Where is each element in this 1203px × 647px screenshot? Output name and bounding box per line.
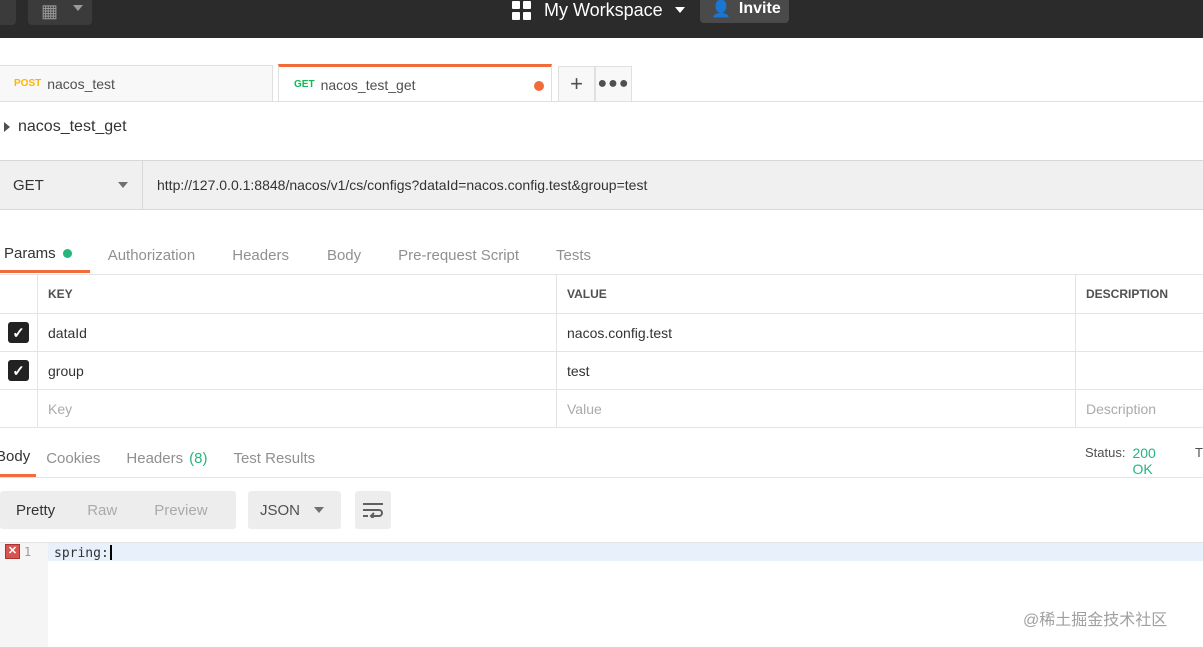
language-select[interactable]: JSON <box>248 491 341 529</box>
new-button[interactable]: ▦ <box>28 0 92 25</box>
tab-params[interactable]: Params <box>0 237 90 273</box>
url-bar: GET http://127.0.0.1:8848/nacos/v1/cs/co… <box>0 160 1203 210</box>
watermark: @稀土掘金技术社区 <box>1023 612 1168 629</box>
response-tab-test-results[interactable]: Test Results <box>233 439 315 477</box>
param-value-input[interactable]: test <box>556 352 1075 389</box>
tab-pre-request-script[interactable]: Pre-request Script <box>398 237 519 273</box>
invite-button[interactable]: 👤 Invite <box>700 0 789 23</box>
back-button[interactable] <box>0 0 16 25</box>
line-number: 1 <box>24 545 32 559</box>
method-label: GET <box>13 176 44 194</box>
tab-nacos-test[interactable]: POST nacos_test <box>0 65 273 102</box>
chevron-down-icon <box>314 507 324 513</box>
check-icon: ✓ <box>12 324 25 342</box>
response-tab-headers[interactable]: Headers (8) <box>126 439 207 477</box>
params-table: KEY VALUE DESCRIPTION ✓ dataId nacos.con… <box>0 274 1203 428</box>
response-divider <box>0 477 1203 478</box>
response-tabs: Body Cookies Headers (8) Test Results <box>0 439 341 477</box>
active-line-highlight <box>48 543 1203 561</box>
grid-icon <box>512 0 531 20</box>
tab-params-label: Params <box>4 245 56 262</box>
format-preview-button[interactable]: Preview <box>154 502 207 519</box>
row-check-cell <box>0 390 37 427</box>
format-raw-button[interactable]: Raw <box>87 502 117 519</box>
status-label: Status: <box>1085 445 1126 460</box>
response-tab-body[interactable]: Body <box>0 439 37 477</box>
param-value-input[interactable]: nacos.config.test <box>556 314 1075 351</box>
language-label: JSON <box>260 501 301 519</box>
request-name-label: nacos_test_get <box>18 118 127 135</box>
column-header-value: VALUE <box>556 275 1075 313</box>
request-name[interactable]: nacos_test_get <box>4 118 127 136</box>
url-input[interactable]: http://127.0.0.1:8848/nacos/v1/cs/config… <box>157 177 647 193</box>
tab-method-badge: POST <box>14 78 42 89</box>
new-description-input[interactable]: Description <box>1075 390 1203 427</box>
response-body-editor[interactable]: ✕ 1 spring: <box>0 542 1203 647</box>
top-bar: ▦ My Workspace 👤 Invite <box>0 0 1203 38</box>
chevron-down-icon <box>674 7 685 13</box>
time-label-cut: T <box>1195 445 1203 460</box>
column-header-description: DESCRIPTION <box>1075 275 1203 313</box>
param-description-input[interactable] <box>1075 352 1203 389</box>
format-pretty-button[interactable]: Pretty <box>16 502 55 519</box>
format-toggle-group: Pretty Raw Preview <box>0 491 236 529</box>
tab-method-badge: GET <box>294 79 315 90</box>
status-code[interactable]: 200 OK <box>1132 445 1179 477</box>
check-icon: ✓ <box>12 362 25 380</box>
param-checkbox[interactable]: ✓ <box>8 322 29 343</box>
caret-right-icon <box>4 122 10 132</box>
plus-icon: + <box>570 71 583 96</box>
active-dot-icon <box>62 249 72 258</box>
tab-options-button[interactable]: ●●● <box>595 66 632 102</box>
tab-label: nacos_test_get <box>320 76 416 93</box>
new-key-input[interactable]: Key <box>37 390 556 427</box>
table-header-row: KEY VALUE DESCRIPTION <box>0 274 1203 314</box>
tab-nacos-test-get[interactable]: GET nacos_test_get <box>278 64 552 102</box>
header-check-cell <box>0 275 37 313</box>
row-check-cell: ✓ <box>0 352 37 389</box>
row-check-cell: ✓ <box>0 314 37 351</box>
chevron-down-icon <box>118 182 128 188</box>
more-icon: ●●● <box>597 75 630 92</box>
wrap-lines-button[interactable] <box>355 491 391 529</box>
response-tab-headers-label: Headers <box>126 449 184 467</box>
tab-label: nacos_test <box>47 75 115 92</box>
workspace-label: My Workspace <box>544 0 663 20</box>
table-row-new: Key Value Description <box>0 390 1203 428</box>
new-tab-button[interactable]: + <box>558 66 595 102</box>
tab-authorization[interactable]: Authorization <box>108 237 196 273</box>
method-select[interactable]: GET <box>0 161 143 209</box>
code-line-text: spring: <box>54 546 109 561</box>
tab-body[interactable]: Body <box>327 237 361 273</box>
param-key-input[interactable]: group <box>37 352 556 389</box>
tab-tests[interactable]: Tests <box>556 237 591 273</box>
response-status: Status: 200 OK T <box>1085 445 1203 477</box>
workspace-switcher[interactable]: My Workspace <box>512 0 685 23</box>
tabs-divider <box>0 101 1203 102</box>
param-checkbox[interactable]: ✓ <box>8 360 29 381</box>
plus-box-icon: ▦ <box>41 1 59 21</box>
add-user-icon: 👤 <box>711 0 731 18</box>
response-tab-cookies[interactable]: Cookies <box>46 439 100 477</box>
code-line[interactable]: spring: <box>54 545 112 561</box>
error-icon: ✕ <box>5 544 20 559</box>
wrap-lines-icon <box>363 503 383 518</box>
new-value-input[interactable]: Value <box>556 390 1075 427</box>
tab-headers[interactable]: Headers <box>232 237 289 273</box>
column-header-key: KEY <box>37 275 556 313</box>
unsaved-dot-icon <box>534 81 544 91</box>
param-description-input[interactable] <box>1075 314 1203 351</box>
chevron-down-icon <box>73 5 83 11</box>
table-row: ✓ dataId nacos.config.test <box>0 314 1203 352</box>
headers-count-badge: (8) <box>189 449 208 467</box>
request-tabs-bar: POST nacos_test GET nacos_test_get + ●●● <box>0 64 1203 102</box>
table-row: ✓ group test <box>0 352 1203 390</box>
param-key-input[interactable]: dataId <box>37 314 556 351</box>
invite-label: Invite <box>738 0 781 17</box>
text-cursor <box>109 545 112 560</box>
request-section-tabs: Params Authorization Headers Body Pre-re… <box>0 237 1203 273</box>
